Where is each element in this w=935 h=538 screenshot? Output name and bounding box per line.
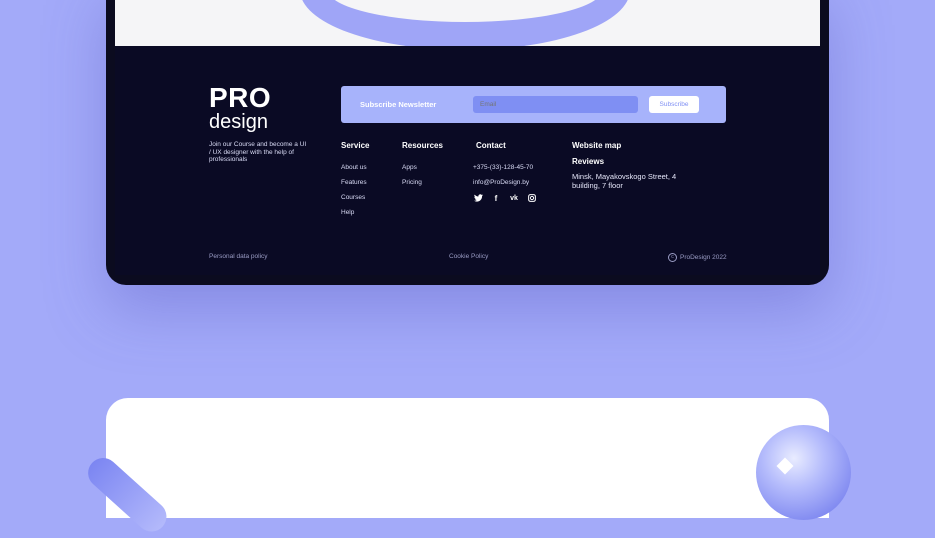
logo-pro: PRO xyxy=(209,82,272,113)
copyright: c ProDesign 2022 xyxy=(668,253,727,262)
subscribe-button[interactable]: Subscribe xyxy=(649,96,699,113)
newsletter-bar: Subscribe Newsletter Subscribe xyxy=(341,86,726,123)
tagline: Join our Course and become a UI / UX des… xyxy=(209,141,307,163)
reviews-link[interactable]: Reviews xyxy=(572,157,604,166)
copyright-icon: c xyxy=(668,253,677,262)
website-map-link[interactable]: Website map xyxy=(572,141,621,150)
link-courses[interactable]: Courses xyxy=(341,194,365,201)
hero-preview xyxy=(115,0,820,46)
link-features[interactable]: Features xyxy=(341,179,367,186)
decorative-sphere xyxy=(756,425,851,520)
resources-title: Resources xyxy=(402,141,443,150)
cookie-link[interactable]: Cookie Policy xyxy=(449,253,488,260)
email-input[interactable] xyxy=(473,96,638,113)
link-pricing[interactable]: Pricing xyxy=(402,179,422,186)
phone-link[interactable]: +375-(33)-128-45-70 xyxy=(473,164,533,171)
link-help[interactable]: Help xyxy=(341,209,354,216)
instagram-icon[interactable] xyxy=(527,194,537,204)
vk-icon[interactable]: vk xyxy=(509,194,519,204)
decorative-blob xyxy=(300,0,630,46)
newsletter-label: Subscribe Newsletter xyxy=(360,100,437,109)
privacy-link[interactable]: Personal data policy xyxy=(209,253,268,260)
email-link[interactable]: info@ProDesign.by xyxy=(473,179,529,186)
link-apps[interactable]: Apps xyxy=(402,164,417,171)
copyright-text: ProDesign 2022 xyxy=(680,254,727,262)
link-about-us[interactable]: About us xyxy=(341,164,367,171)
twitter-icon[interactable] xyxy=(473,194,483,204)
address: Minsk, Mayakovskogo Street, 4 building, … xyxy=(572,172,677,190)
contact-title: Contact xyxy=(476,141,506,150)
next-section-card xyxy=(106,398,829,518)
facebook-icon[interactable]: f xyxy=(491,194,501,204)
site-footer: PRO design Join our Course and become a … xyxy=(115,46,820,275)
logo[interactable]: PRO design xyxy=(209,82,272,133)
service-title: Service xyxy=(341,141,370,150)
logo-design: design xyxy=(209,111,268,133)
